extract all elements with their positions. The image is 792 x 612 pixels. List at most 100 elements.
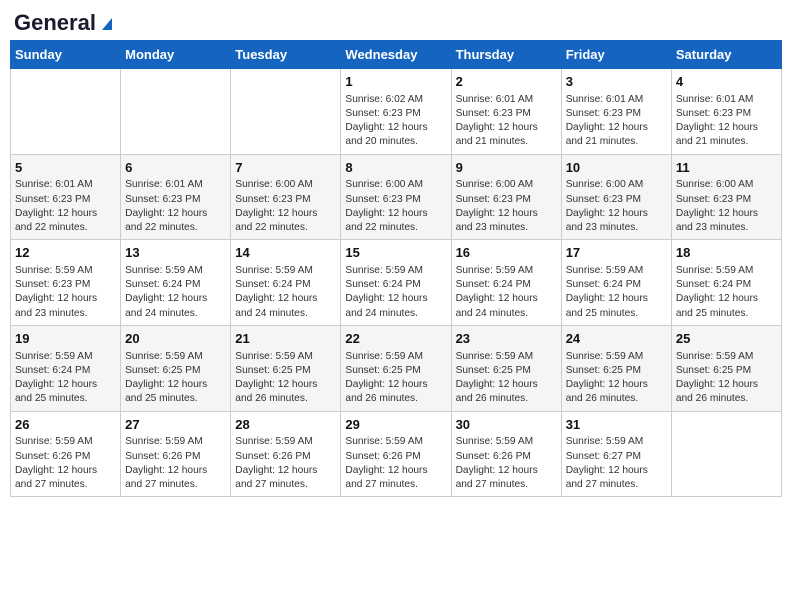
calendar-cell: 12 Sunrise: 5:59 AM Sunset: 6:23 PM Dayli… xyxy=(11,240,121,326)
calendar-cell: 23 Sunrise: 5:59 AM Sunset: 6:25 PM Dayli… xyxy=(451,326,561,412)
day-number: 25 xyxy=(676,330,777,348)
calendar-cell: 3Sunrise: 6:01 AM Sunset: 6:23 PM Daylig… xyxy=(561,69,671,155)
day-number: 12 xyxy=(15,244,116,262)
weekday-header-thursday: Thursday xyxy=(451,41,561,69)
day-number: 14 xyxy=(235,244,336,262)
calendar-cell: 11Sunrise: 6:00 AM Sunset: 6:23 PM Dayli… xyxy=(671,154,781,240)
day-info: Sunrise: 5:59 AM Sunset: 6:25 PM Dayligh… xyxy=(125,350,226,407)
day-number: 19 xyxy=(15,330,116,348)
calendar-cell: 7Sunrise: 6:00 AM Sunset: 6:23 PM Daylig… xyxy=(231,154,341,240)
day-info: Sunrise: 6:02 AM Sunset: 6:23 PM Dayligh… xyxy=(345,93,446,150)
day-info: Sunrise: 5:59 AM Sunset: 6:26 PM Dayligh… xyxy=(345,435,446,492)
calendar-cell: 8Sunrise: 6:00 AM Sunset: 6:23 PM Daylig… xyxy=(341,154,451,240)
day-number: 31 xyxy=(566,416,667,434)
calendar-cell: 18Sunrise: 5:59 AM Sunset: 6:24 PM Dayli… xyxy=(671,240,781,326)
day-number: 24 xyxy=(566,330,667,348)
calendar-cell: 13Sunrise: 5:59 AM Sunset: 6:24 PM Dayli… xyxy=(121,240,231,326)
day-info: Sunrise: 5:59 AM Sunset: 6:24 PM Dayligh… xyxy=(456,264,557,321)
day-info: Sunrise: 6:01 AM Sunset: 6:23 PM Dayligh… xyxy=(676,93,777,150)
day-number: 27 xyxy=(125,416,226,434)
calendar-cell: 24 Sunrise: 5:59 AM Sunset: 6:25 PM Dayli… xyxy=(561,326,671,412)
day-info: Sunrise: 6:01 AM Sunset: 6:23 PM Dayligh… xyxy=(566,93,667,150)
day-info: Sunrise: 6:00 AM Sunset: 6:23 PM Dayligh… xyxy=(456,178,557,235)
week-row-2: 5Sunrise: 6:01 AM Sunset: 6:23 PM Daylig… xyxy=(11,154,782,240)
day-info: Sunrise: 6:00 AM Sunset: 6:23 PM Dayligh… xyxy=(345,178,446,235)
calendar-cell xyxy=(671,411,781,497)
calendar-cell: 16 Sunrise: 5:59 AM Sunset: 6:24 PM Dayli… xyxy=(451,240,561,326)
day-number: 21 xyxy=(235,330,336,348)
week-row-3: 12 Sunrise: 5:59 AM Sunset: 6:23 PM Dayli… xyxy=(11,240,782,326)
calendar-cell: 15 Sunrise: 5:59 AM Sunset: 6:24 PM Dayli… xyxy=(341,240,451,326)
day-info: Sunrise: 6:01 AM Sunset: 6:23 PM Dayligh… xyxy=(456,93,557,150)
calendar-cell: 10Sunrise: 6:00 AM Sunset: 6:23 PM Dayli… xyxy=(561,154,671,240)
weekday-header-tuesday: Tuesday xyxy=(231,41,341,69)
day-number: 28 xyxy=(235,416,336,434)
calendar-cell: 4 Sunrise: 6:01 AM Sunset: 6:23 PM Daylig… xyxy=(671,69,781,155)
weekday-header-monday: Monday xyxy=(121,41,231,69)
day-info: Sunrise: 5:59 AM Sunset: 6:24 PM Dayligh… xyxy=(566,264,667,321)
week-row-4: 19Sunrise: 5:59 AM Sunset: 6:24 PM Dayli… xyxy=(11,326,782,412)
calendar-cell: 31Sunrise: 5:59 AM Sunset: 6:27 PM Dayli… xyxy=(561,411,671,497)
day-info: Sunrise: 6:00 AM Sunset: 6:23 PM Dayligh… xyxy=(566,178,667,235)
calendar-cell: 21 Sunrise: 5:59 AM Sunset: 6:25 PM Dayli… xyxy=(231,326,341,412)
day-number: 20 xyxy=(125,330,226,348)
calendar-cell xyxy=(11,69,121,155)
day-info: Sunrise: 5:59 AM Sunset: 6:25 PM Dayligh… xyxy=(456,350,557,407)
day-number: 6 xyxy=(125,159,226,177)
calendar-cell: 22 Sunrise: 5:59 AM Sunset: 6:25 PM Dayli… xyxy=(341,326,451,412)
day-number: 22 xyxy=(345,330,446,348)
day-number: 13 xyxy=(125,244,226,262)
day-number: 15 xyxy=(345,244,446,262)
day-info: Sunrise: 5:59 AM Sunset: 6:26 PM Dayligh… xyxy=(15,435,116,492)
day-info: Sunrise: 6:00 AM Sunset: 6:23 PM Dayligh… xyxy=(235,178,336,235)
day-info: Sunrise: 5:59 AM Sunset: 6:25 PM Dayligh… xyxy=(566,350,667,407)
calendar-cell: 26Sunrise: 5:59 AM Sunset: 6:26 PM Dayli… xyxy=(11,411,121,497)
day-number: 9 xyxy=(456,159,557,177)
calendar-cell: 20 Sunrise: 5:59 AM Sunset: 6:25 PM Dayli… xyxy=(121,326,231,412)
day-info: Sunrise: 5:59 AM Sunset: 6:25 PM Dayligh… xyxy=(345,350,446,407)
calendar-cell: 5Sunrise: 6:01 AM Sunset: 6:23 PM Daylig… xyxy=(11,154,121,240)
day-number: 1 xyxy=(345,73,446,91)
calendar-body: 1 Sunrise: 6:02 AM Sunset: 6:23 PM Daylig… xyxy=(11,69,782,497)
weekday-header-friday: Friday xyxy=(561,41,671,69)
logo-icon xyxy=(98,14,116,32)
logo: General xyxy=(14,10,116,32)
day-number: 16 xyxy=(456,244,557,262)
calendar-cell: 2Sunrise: 6:01 AM Sunset: 6:23 PM Daylig… xyxy=(451,69,561,155)
calendar-cell xyxy=(231,69,341,155)
day-info: Sunrise: 6:01 AM Sunset: 6:23 PM Dayligh… xyxy=(15,178,116,235)
week-row-5: 26Sunrise: 5:59 AM Sunset: 6:26 PM Dayli… xyxy=(11,411,782,497)
calendar-cell: 28Sunrise: 5:59 AM Sunset: 6:26 PM Dayli… xyxy=(231,411,341,497)
weekday-header-row: SundayMondayTuesdayWednesdayThursdayFrid… xyxy=(11,41,782,69)
day-number: 4 xyxy=(676,73,777,91)
calendar-cell: 19Sunrise: 5:59 AM Sunset: 6:24 PM Dayli… xyxy=(11,326,121,412)
day-number: 11 xyxy=(676,159,777,177)
day-info: Sunrise: 5:59 AM Sunset: 6:24 PM Dayligh… xyxy=(235,264,336,321)
calendar-table: SundayMondayTuesdayWednesdayThursdayFrid… xyxy=(10,40,782,497)
day-info: Sunrise: 5:59 AM Sunset: 6:25 PM Dayligh… xyxy=(235,350,336,407)
calendar-cell: 9Sunrise: 6:00 AM Sunset: 6:23 PM Daylig… xyxy=(451,154,561,240)
day-info: Sunrise: 5:59 AM Sunset: 6:26 PM Dayligh… xyxy=(456,435,557,492)
calendar-cell: 1 Sunrise: 6:02 AM Sunset: 6:23 PM Daylig… xyxy=(341,69,451,155)
calendar-cell: 14 Sunrise: 5:59 AM Sunset: 6:24 PM Dayli… xyxy=(231,240,341,326)
page-header: General xyxy=(10,10,782,32)
calendar-cell: 29Sunrise: 5:59 AM Sunset: 6:26 PM Dayli… xyxy=(341,411,451,497)
calendar-header: SundayMondayTuesdayWednesdayThursdayFrid… xyxy=(11,41,782,69)
day-number: 30 xyxy=(456,416,557,434)
calendar-cell: 30Sunrise: 5:59 AM Sunset: 6:26 PM Dayli… xyxy=(451,411,561,497)
day-info: Sunrise: 5:59 AM Sunset: 6:24 PM Dayligh… xyxy=(345,264,446,321)
day-number: 5 xyxy=(15,159,116,177)
calendar-cell: 6Sunrise: 6:01 AM Sunset: 6:23 PM Daylig… xyxy=(121,154,231,240)
day-info: Sunrise: 5:59 AM Sunset: 6:26 PM Dayligh… xyxy=(235,435,336,492)
calendar-cell: 17Sunrise: 5:59 AM Sunset: 6:24 PM Dayli… xyxy=(561,240,671,326)
day-info: Sunrise: 6:00 AM Sunset: 6:23 PM Dayligh… xyxy=(676,178,777,235)
day-number: 7 xyxy=(235,159,336,177)
day-number: 26 xyxy=(15,416,116,434)
day-info: Sunrise: 5:59 AM Sunset: 6:26 PM Dayligh… xyxy=(125,435,226,492)
weekday-header-wednesday: Wednesday xyxy=(341,41,451,69)
day-number: 23 xyxy=(456,330,557,348)
day-info: Sunrise: 5:59 AM Sunset: 6:23 PM Dayligh… xyxy=(15,264,116,321)
day-info: Sunrise: 5:59 AM Sunset: 6:27 PM Dayligh… xyxy=(566,435,667,492)
day-info: Sunrise: 5:59 AM Sunset: 6:25 PM Dayligh… xyxy=(676,350,777,407)
calendar-cell: 25 Sunrise: 5:59 AM Sunset: 6:25 PM Dayli… xyxy=(671,326,781,412)
